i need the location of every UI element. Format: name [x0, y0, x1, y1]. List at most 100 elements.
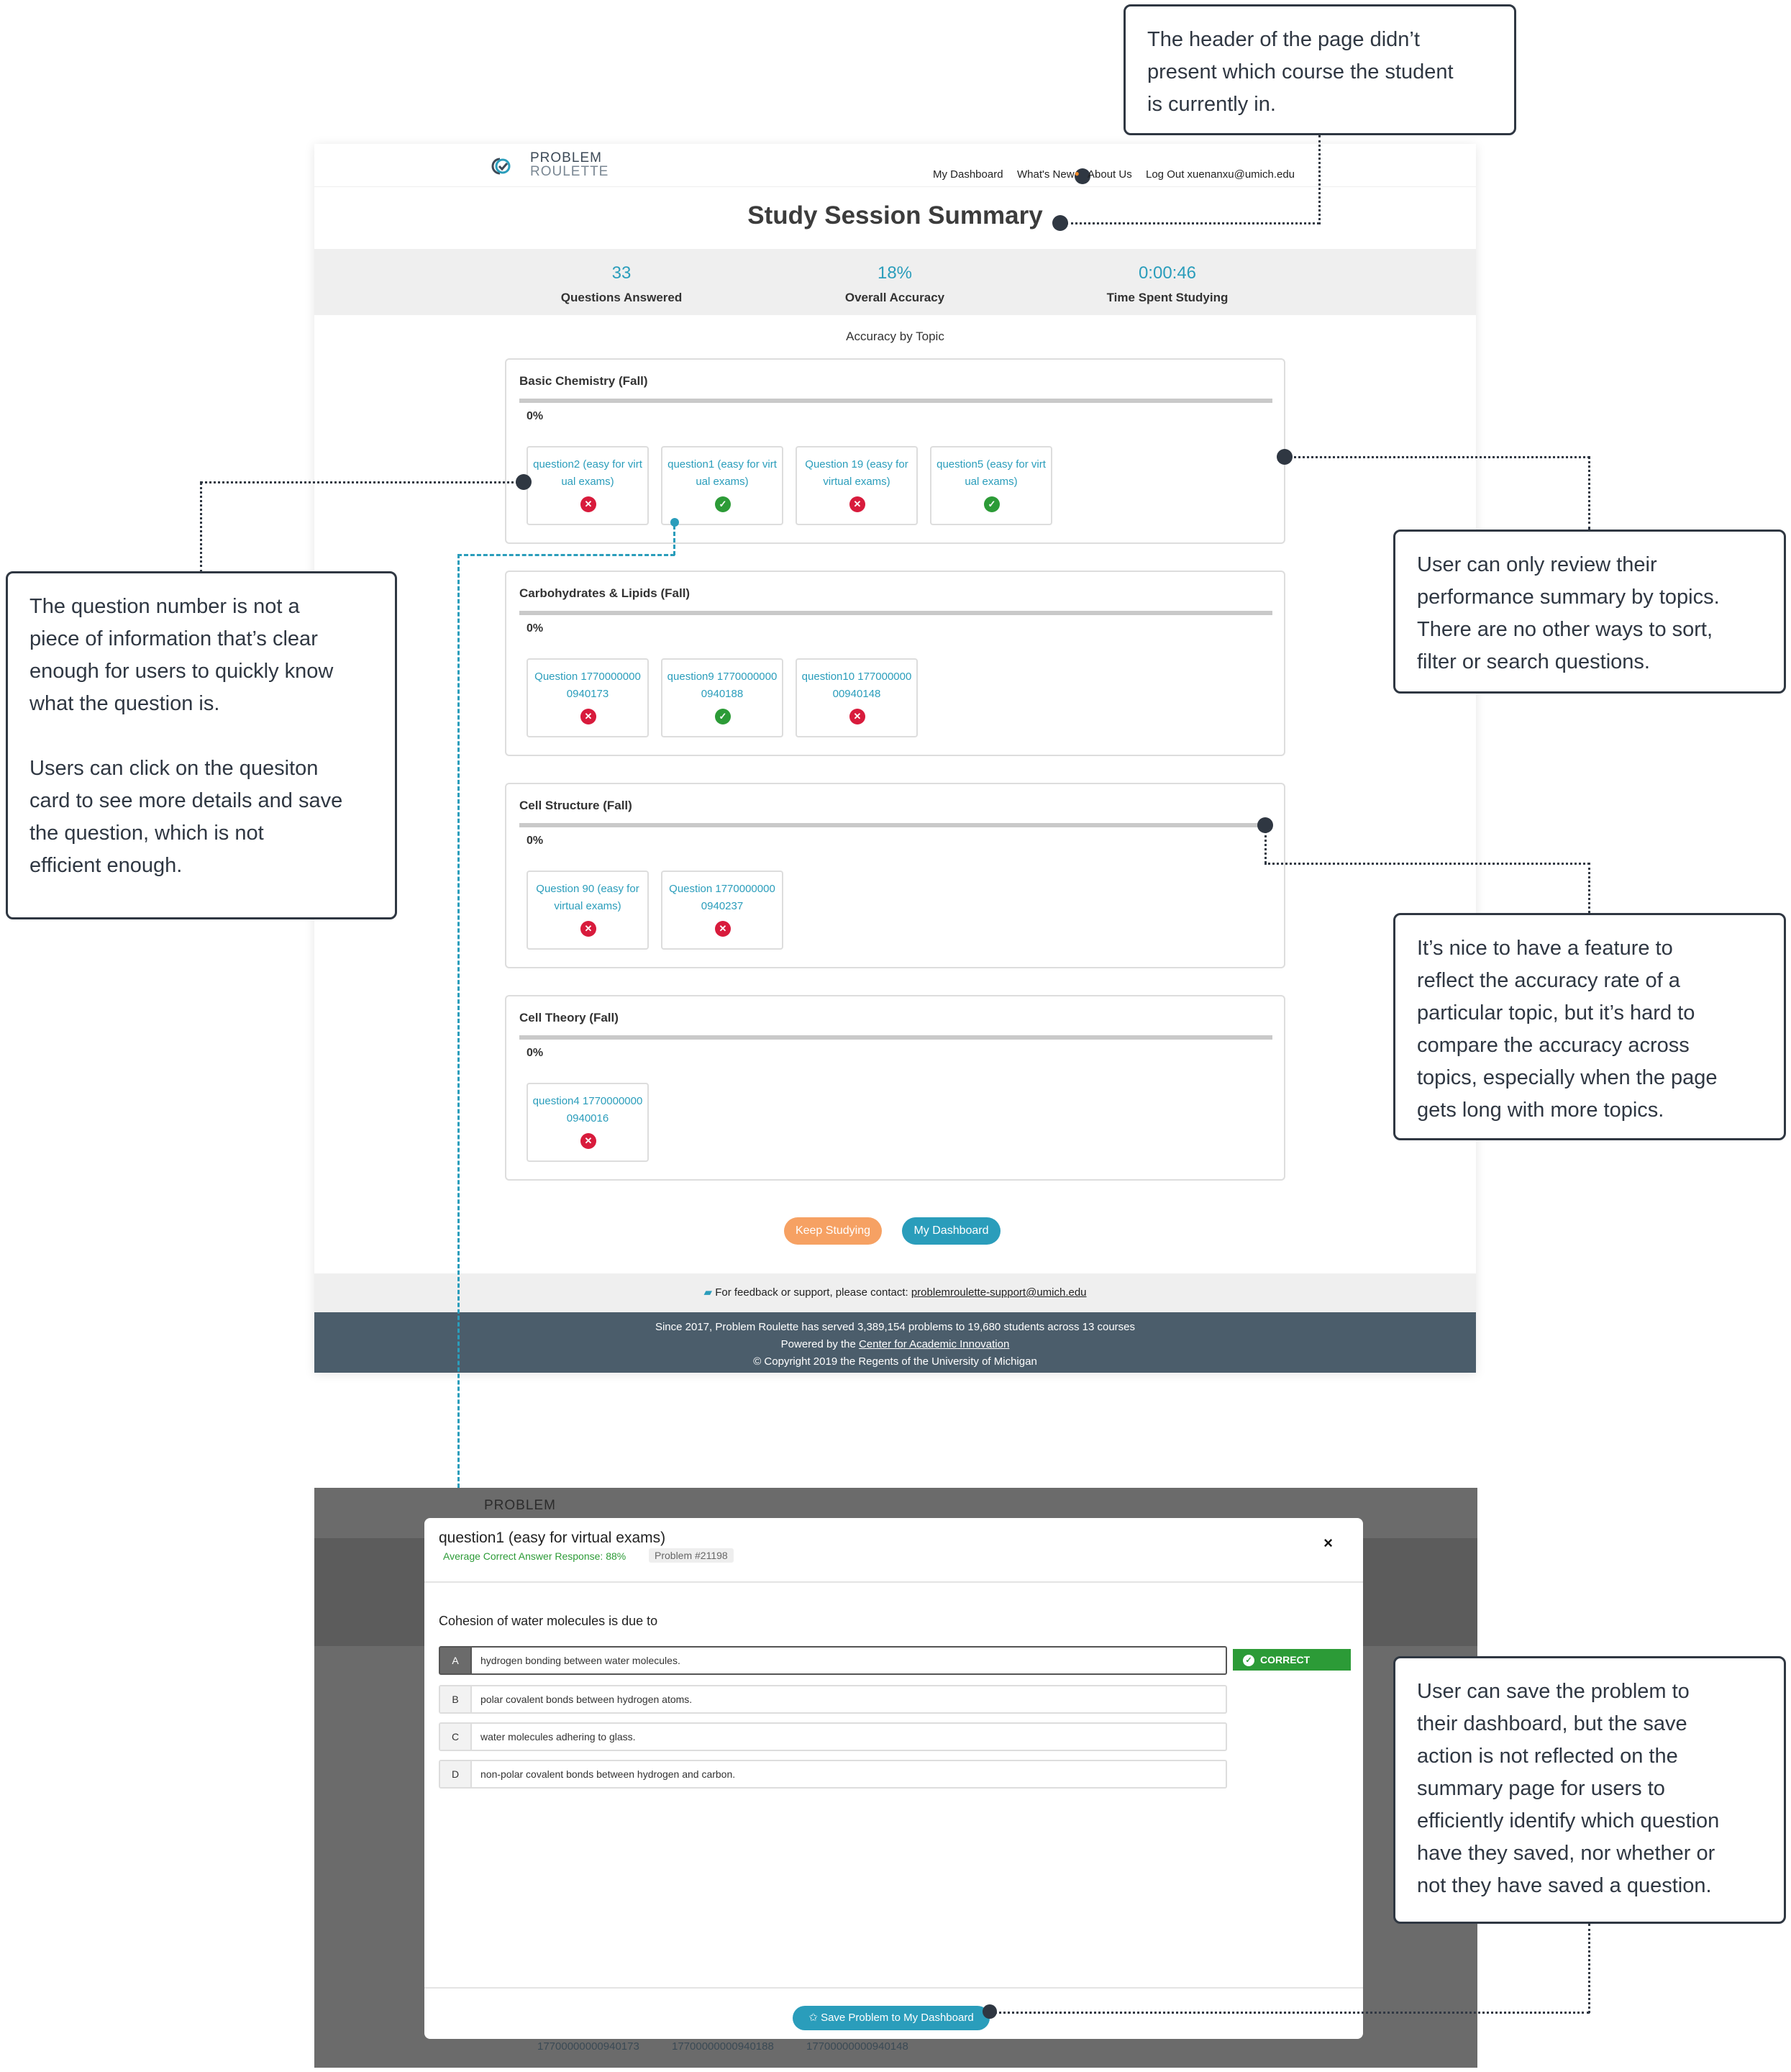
answer-option-c[interactable]: C water molecules adhering to glass.: [439, 1722, 1227, 1751]
connector-line: [990, 2012, 1590, 2014]
check-icon: ✓: [1243, 1655, 1254, 1667]
question-label: Question 17700000000940237: [669, 883, 775, 912]
correct-icon: ✓: [984, 496, 1000, 512]
stats-bar: 33 Questions Answered 18% Overall Accura…: [314, 249, 1476, 315]
annotation-pin: [1277, 449, 1293, 465]
stat-label: Questions Answered: [560, 291, 683, 304]
topic-accuracy: 0%: [527, 1047, 544, 1059]
question-card[interactable]: Question 90 (easy for virtual exams) ✕: [527, 871, 649, 950]
question-label: Question 19 (easy for virtual exams): [805, 458, 908, 488]
correct-badge: ✓ CORRECT: [1233, 1649, 1351, 1671]
question-card[interactable]: Question 17700000000940237 ✕: [661, 871, 783, 950]
connector-line: [1264, 863, 1590, 865]
annotation-text: It’s nice to have a feature to reflect t…: [1417, 937, 1718, 1122]
logo-text: PROBLEM ROULETTE: [530, 151, 609, 178]
feedback-email-link[interactable]: problemroulette-support@umich.edu: [911, 1286, 1087, 1299]
answer-option-b[interactable]: B polar covalent bonds between hydrogen …: [439, 1685, 1227, 1714]
feedback-bar: ▰ For feedback or support, please contac…: [314, 1273, 1476, 1312]
correct-icon: ✓: [715, 709, 731, 724]
question-text: Cohesion of water molecules is due to: [439, 1614, 658, 1628]
option-text: non-polar covalent bonds between hydroge…: [480, 1768, 736, 1780]
accuracy-bar: [519, 823, 1272, 827]
question-card[interactable]: Question 19 (easy for virtual exams) ✕: [796, 446, 918, 525]
option-letter: C: [440, 1724, 472, 1750]
site-footer: Since 2017, Problem Roulette has served …: [314, 1312, 1476, 1373]
flow-line: [457, 554, 460, 1488]
stat-time-spent: 0:00:46 Time Spent Studying: [1059, 263, 1275, 305]
save-problem-button[interactable]: ✩ Save Problem to My Dashboard: [793, 2006, 990, 2030]
dimmed-question-id: 17700000000940173: [537, 2040, 639, 2053]
nav-whats-new[interactable]: What's New ●: [1017, 168, 1090, 184]
answer-option-d[interactable]: D non-polar covalent bonds between hydro…: [439, 1760, 1227, 1789]
option-text: hydrogen bonding between water molecules…: [480, 1655, 680, 1666]
question-label: Question 17700000000940173: [534, 671, 641, 700]
incorrect-icon: ✕: [849, 496, 865, 512]
topic-name: Basic Chemistry (Fall): [519, 374, 648, 388]
footer-powered-text: Powered by the: [780, 1338, 860, 1350]
question-label: question1 (easy for virtual exams): [667, 458, 777, 488]
question-label: question9 17700000000940188: [667, 671, 778, 700]
question-label: question5 (easy for virtual exams): [936, 458, 1046, 488]
question-card[interactable]: question2 (easy for virtual exams) ✕: [527, 446, 649, 525]
question-card[interactable]: question9 17700000000940188 ✓: [661, 658, 783, 737]
divider: [424, 1581, 1363, 1583]
footer-cai-link[interactable]: Center for Academic Innovation: [859, 1338, 1009, 1350]
logo-line-roulette: ROULETTE: [530, 164, 609, 179]
question-card[interactable]: question4 17700000000940016 ✕: [527, 1083, 649, 1162]
annotation-text: The question number is not a piece of in…: [29, 595, 343, 877]
footer-copyright: © Copyright 2019 the Regents of the Univ…: [753, 1355, 1037, 1368]
divider: [424, 1987, 1363, 1989]
connector-line: [1588, 863, 1590, 913]
stat-overall-accuracy: 18% Overall Accuracy: [787, 263, 1003, 305]
keep-studying-button[interactable]: Keep Studying: [784, 1217, 882, 1245]
footer-stats: Since 2017, Problem Roulette has served …: [655, 1321, 1136, 1333]
question-card[interactable]: question1 (easy for virtual exams) ✓: [661, 446, 783, 525]
question-card[interactable]: question10 17700000000940148 ✕: [796, 658, 918, 737]
stat-value: 33: [611, 263, 632, 283]
modal-screenshot: PROBLEM 17700000000940173 17700000000940…: [314, 1488, 1477, 2068]
incorrect-icon: ✕: [580, 921, 596, 937]
average-response: Average Correct Answer Response: 88%: [443, 1550, 626, 1562]
close-icon[interactable]: ×: [1323, 1534, 1333, 1553]
dimmed-question-id: 17700000000940188: [672, 2040, 774, 2053]
nav-my-dashboard[interactable]: My Dashboard: [933, 168, 1003, 181]
accuracy-bar: [519, 1035, 1272, 1040]
annotation-accuracy-rate: It’s nice to have a feature to reflect t…: [1393, 913, 1786, 1140]
topic-accuracy: 0%: [527, 835, 544, 847]
flow-line: [673, 525, 675, 555]
incorrect-icon: ✕: [580, 1133, 596, 1149]
question-card[interactable]: question5 (easy for virtual exams) ✓: [930, 446, 1052, 525]
question-label: question2 (easy for virtual exams): [533, 458, 642, 488]
summary-screenshot: PROBLEM ROULETTE My Dashboard What's New…: [314, 144, 1476, 1373]
nav-about-us[interactable]: About Us: [1088, 168, 1132, 181]
correct-icon: ✓: [715, 496, 731, 512]
question-card[interactable]: Question 17700000000940173 ✕: [527, 658, 649, 737]
accuracy-by-topic-label: Accuracy by Topic: [846, 330, 944, 343]
page-title: Study Session Summary: [747, 201, 1043, 230]
connector-line: [1285, 456, 1590, 458]
problem-id-badge: Problem #21198: [649, 1548, 734, 1563]
answer-option-a[interactable]: A hydrogen bonding between water molecul…: [439, 1646, 1227, 1675]
stat-label: Overall Accuracy: [844, 291, 945, 304]
accuracy-bar: [519, 611, 1272, 615]
dimmed-question-id: 17700000000940148: [806, 2040, 908, 2053]
annotation-pin: [516, 474, 532, 490]
incorrect-icon: ✕: [580, 709, 596, 724]
annotation-header: The header of the page didn’t present wh…: [1124, 4, 1516, 135]
annotation-pin: [1257, 817, 1273, 833]
my-dashboard-button[interactable]: My Dashboard: [902, 1217, 1001, 1245]
annotation-text: User can only review their performance s…: [1417, 553, 1720, 673]
flow-line: [457, 554, 675, 556]
connector-line: [200, 482, 202, 573]
option-text: water molecules adhering to glass.: [480, 1731, 636, 1742]
correct-label: CORRECT: [1260, 1654, 1311, 1666]
stat-label: Time Spent Studying: [1106, 291, 1229, 304]
connector-line: [1066, 222, 1319, 224]
topic-accuracy: 0%: [527, 622, 544, 635]
nav-whats-new-label: What's New: [1017, 168, 1075, 181]
nav-log-out[interactable]: Log Out xuenanxu@umich.edu: [1146, 168, 1295, 181]
stat-questions-answered: 33 Questions Answered: [514, 263, 729, 305]
question-modal: question1 (easy for virtual exams) Avera…: [424, 1518, 1363, 2039]
app-header: PROBLEM ROULETTE My Dashboard What's New…: [314, 144, 1476, 187]
stat-value: 0:00:46: [1138, 263, 1197, 283]
